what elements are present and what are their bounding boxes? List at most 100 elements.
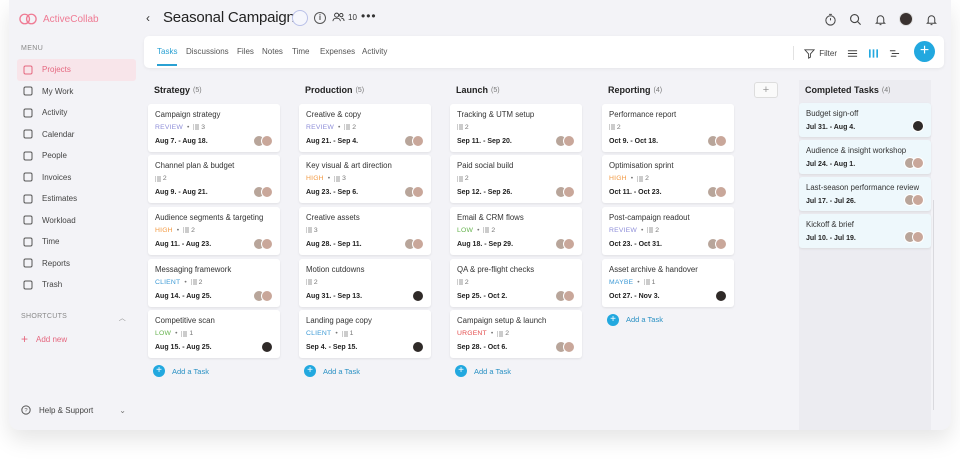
avatar[interactable]	[261, 134, 273, 147]
back-arrow-icon[interactable]: ‹	[146, 11, 150, 25]
task-card[interactable]: Competitive scan LOW • 1 Aug 15. - Aug 25.	[148, 310, 280, 359]
completed-task-card[interactable]: Kickoff & brief Jul 10. - Jul 19.	[799, 214, 931, 248]
sidebar-item-label: My Work	[42, 86, 74, 96]
avatar[interactable]	[261, 186, 273, 199]
task-card[interactable]: Performance report 2 Oct 9. - Oct 18.	[602, 103, 734, 152]
task-card[interactable]: Paid social build 2 Sep 12. - Sep 26.	[450, 155, 582, 204]
avatar[interactable]	[261, 289, 273, 302]
avatar[interactable]	[715, 238, 727, 251]
menu-heading: MENU	[21, 45, 44, 52]
sidebar-item-workload[interactable]: Workload	[17, 210, 136, 232]
add-column-button[interactable]: +	[754, 82, 778, 98]
search-icon[interactable]	[849, 13, 862, 26]
subtask-count: 3	[306, 227, 318, 234]
tab-files[interactable]: Files	[237, 47, 254, 56]
alerts-bell-icon[interactable]	[925, 13, 938, 26]
add-task-button[interactable]: + Add a Task	[450, 365, 582, 378]
tab-discussions[interactable]: Discussions	[186, 47, 229, 56]
avatar[interactable]	[261, 341, 273, 354]
task-label: LOW	[457, 227, 474, 235]
avatar[interactable]	[563, 186, 575, 199]
sidebar-item-reports[interactable]: Reports	[17, 253, 136, 275]
project-badge-icon[interactable]	[292, 10, 308, 26]
avatar[interactable]	[412, 341, 424, 354]
task-card[interactable]: QA & pre-flight checks 2 Sep 25. - Oct 2.	[450, 258, 582, 307]
task-card[interactable]: Motion cutdowns 2 Aug 31. - Sep 13.	[299, 258, 431, 307]
add-button[interactable]: +	[914, 41, 935, 62]
avatar[interactable]	[563, 289, 575, 302]
more-options-icon[interactable]: •••	[361, 9, 377, 23]
avatar[interactable]	[261, 238, 273, 251]
columns-view-icon[interactable]	[868, 48, 879, 59]
completed-task-card[interactable]: Audience & insight workshop Jul 24. - Aug…	[799, 140, 931, 174]
people-count-button[interactable]: 10	[332, 12, 357, 22]
avatar[interactable]	[912, 194, 924, 206]
task-card[interactable]: Email & CRM flows LOW • 2 Aug 18. - Sep 29.	[450, 207, 582, 256]
avatar[interactable]	[563, 341, 575, 354]
tab-activity[interactable]: Activity	[362, 47, 387, 56]
avatar[interactable]	[412, 134, 424, 147]
add-shortcut-button[interactable]: + Add new	[21, 332, 67, 346]
app-logo[interactable]: ActiveCollab	[19, 10, 99, 28]
avatar[interactable]	[912, 157, 924, 169]
subtask-number: 3	[342, 175, 346, 183]
tab-expenses[interactable]: Expenses	[320, 47, 355, 56]
avatar[interactable]	[912, 231, 924, 243]
subtask-count: 2	[457, 279, 469, 286]
scrollbar-track[interactable]	[933, 200, 934, 410]
sidebar-item-my-work[interactable]: My Work	[17, 81, 136, 103]
user-avatar[interactable]	[899, 12, 913, 26]
tab-time[interactable]: Time	[292, 47, 309, 56]
sidebar-item-trash[interactable]: Trash	[17, 274, 136, 296]
task-card[interactable]: Channel plan & budget 2 Aug 9. - Aug 21.	[148, 155, 280, 204]
avatar[interactable]	[412, 186, 424, 199]
task-card[interactable]: Tracking & UTM setup 2 Sep 11. - Sep 20.	[450, 103, 582, 152]
add-task-button[interactable]: + Add a Task	[148, 365, 280, 378]
avatar[interactable]	[563, 238, 575, 251]
avatar[interactable]	[715, 134, 727, 147]
help-support-menu[interactable]: ? Help & Support ⌄	[21, 405, 126, 415]
sidebar-item-time[interactable]: Time	[17, 231, 136, 253]
task-card[interactable]: Key visual & art direction HIGH • 3 Aug 23.…	[299, 155, 431, 204]
task-card[interactable]: Campaign strategy REVIEW • 3 Aug 7. - Aug 1…	[148, 103, 280, 152]
avatar[interactable]	[715, 289, 727, 302]
tab-notes[interactable]: Notes	[262, 47, 283, 56]
add-task-button[interactable]: + Add a Task	[299, 365, 431, 378]
task-card[interactable]: Creative assets 3 Aug 28. - Sep 11.	[299, 207, 431, 256]
task-card[interactable]: Landing page copy CLIENT • 1 Sep 4. - Sep 1…	[299, 310, 431, 359]
avatar[interactable]	[912, 120, 924, 132]
column-title: Completed Tasks	[805, 85, 879, 95]
sidebar-item-activity[interactable]: Activity	[17, 102, 136, 124]
task-card[interactable]: Creative & copy REVIEW • 2 Aug 21. - Sep 4.	[299, 103, 431, 152]
completed-task-card[interactable]: Last-season performance review Jul 17. - …	[799, 177, 931, 211]
sidebar-item-invoices[interactable]: Invoices	[17, 167, 136, 189]
add-task-button[interactable]: + Add a Task	[602, 313, 734, 326]
tab-tasks[interactable]: Tasks	[157, 47, 178, 66]
list-view-icon[interactable]	[847, 48, 858, 59]
assignee-avatars	[404, 238, 424, 251]
filter-button[interactable]: Filter	[804, 48, 837, 59]
task-card[interactable]: Optimisation sprint HIGH • 2 Oct 11. - Oct …	[602, 155, 734, 204]
task-card[interactable]: Asset archive & handover MAYBE • 1 Oct 27. …	[602, 258, 734, 307]
sidebar-item-estimates[interactable]: Estimates	[17, 188, 136, 210]
timeline-view-icon[interactable]	[889, 48, 900, 59]
estimates-icon	[23, 194, 33, 204]
task-card[interactable]: Audience segments & targeting HIGH • 2 Aug …	[148, 207, 280, 256]
avatar[interactable]	[715, 186, 727, 199]
sidebar-item-calendar[interactable]: Calendar	[17, 124, 136, 146]
task-card[interactable]: Campaign setup & launch URGENT • 2 Sep 28. …	[450, 310, 582, 359]
trash-icon	[23, 280, 33, 290]
info-icon[interactable]: i	[314, 12, 326, 24]
sidebar-item-projects[interactable]: Projects	[17, 59, 136, 81]
avatar[interactable]	[563, 134, 575, 147]
task-card[interactable]: Post-campaign readout REVIEW • 2 Oct 23. - …	[602, 207, 734, 256]
notifications-bell-icon[interactable]	[874, 13, 887, 26]
sidebar-item-people[interactable]: People	[17, 145, 136, 167]
task-card[interactable]: Messaging framework CLIENT • 2 Aug 14. - Au…	[148, 258, 280, 307]
completed-task-card[interactable]: Budget sign-off Jul 31. - Aug 4.	[799, 103, 931, 137]
avatar[interactable]	[412, 289, 424, 302]
stopwatch-icon[interactable]	[824, 13, 837, 26]
help-icon: ?	[21, 405, 31, 415]
shortcuts-heading[interactable]: SHORTCUTS ︿	[21, 313, 126, 323]
avatar[interactable]	[412, 238, 424, 251]
